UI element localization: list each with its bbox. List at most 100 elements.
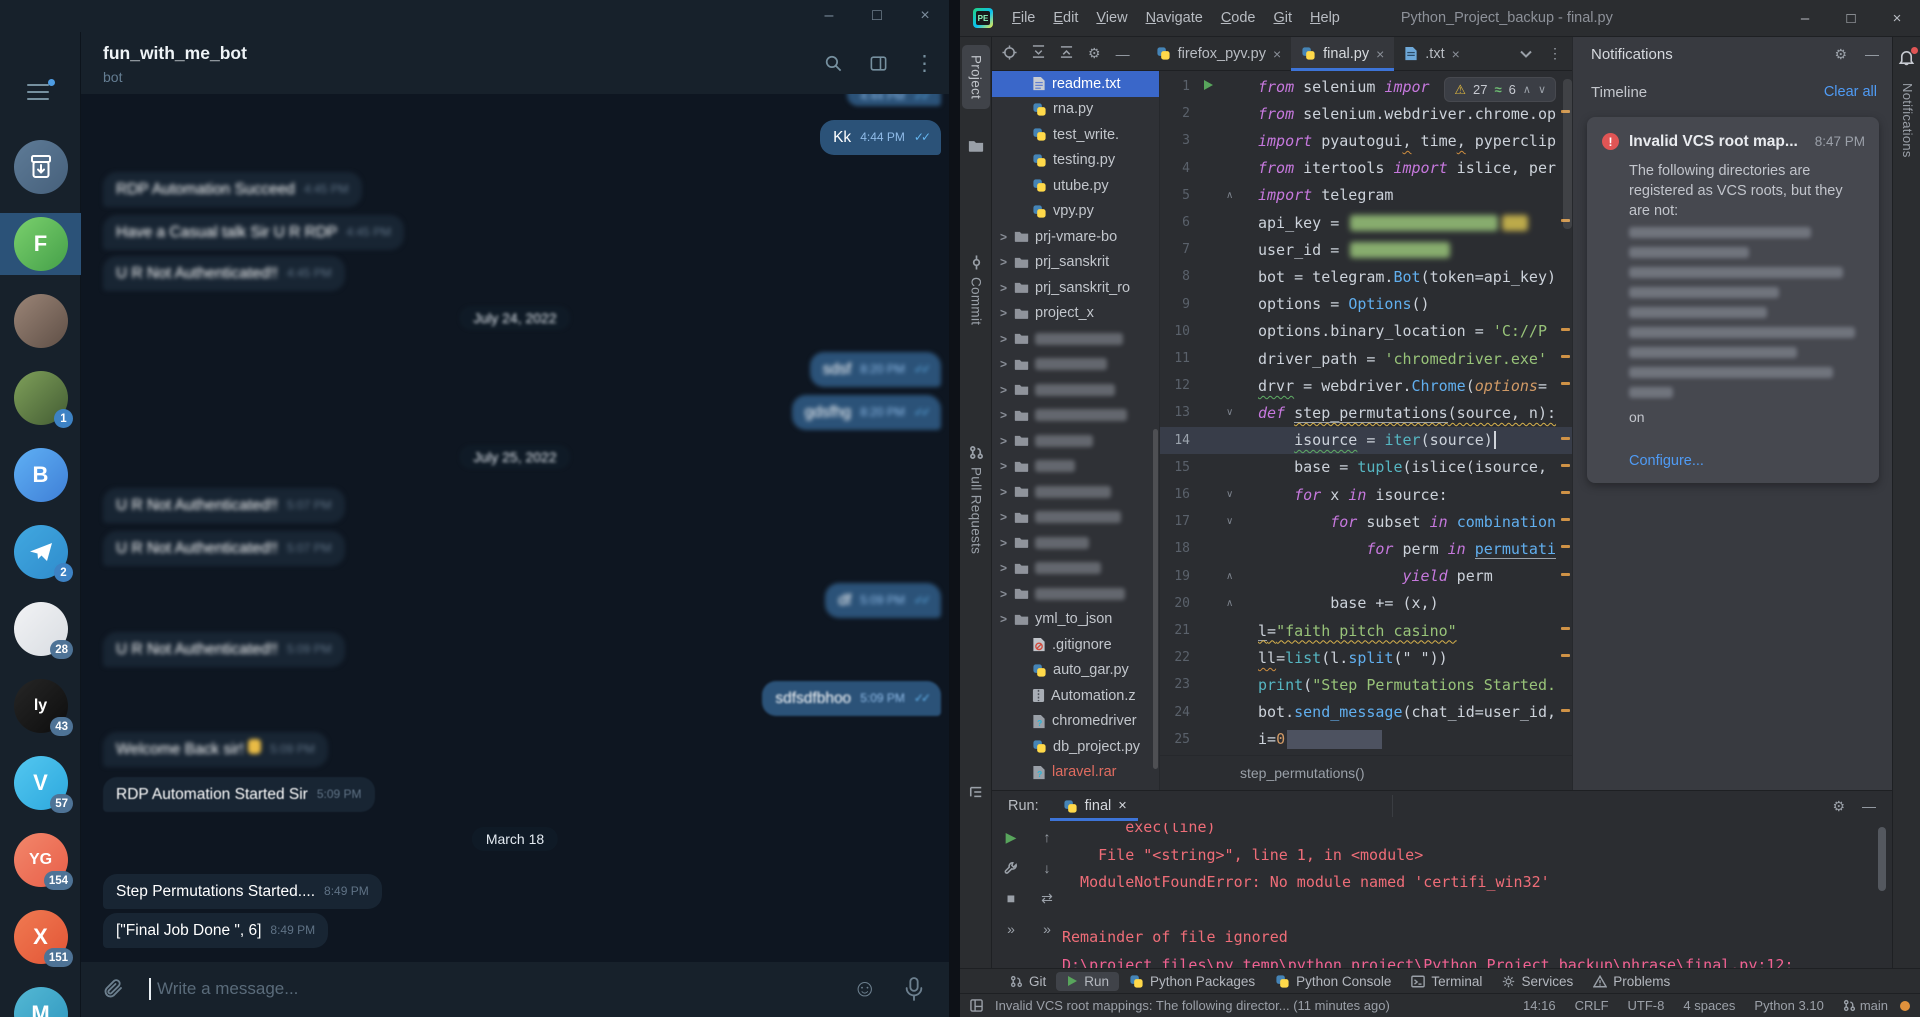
message-bubble[interactable]: ["Final Job Done ", 6]8:49 PM [103, 913, 328, 948]
tree-item-blurred-11[interactable]: > [992, 352, 1159, 378]
code-line-4[interactable]: 4from itertools import islice, per [1160, 155, 1572, 182]
unfold-icon[interactable]: ∧ [1226, 598, 1233, 609]
tool-tab-notifications[interactable]: Notifications [1900, 83, 1915, 161]
toolwindow-button-python-packages[interactable]: Python Packages [1119, 972, 1265, 991]
down-stack-icon[interactable]: ↓ [1036, 860, 1058, 876]
menu-help[interactable]: Help [1301, 10, 1349, 26]
tab-options-icon[interactable]: ⋮ [1548, 45, 1562, 62]
status-item-python-3-10[interactable]: Python 3.10 [1754, 998, 1823, 1013]
expand-arrow-icon[interactable]: > [1000, 459, 1014, 473]
expand-arrow-icon[interactable]: > [1000, 408, 1014, 422]
microphone-icon[interactable] [903, 976, 925, 1002]
code-line-24[interactable]: 24bot.send_message(chat_id=user_id, [1160, 699, 1572, 726]
unfold-icon[interactable]: ∧ [1226, 190, 1233, 201]
menu-view[interactable]: View [1087, 10, 1136, 26]
message-bubble[interactable]: df5:09 PM✓✓ [825, 583, 941, 618]
settings-button[interactable]: ⚙ [1088, 45, 1101, 62]
code-line-25[interactable]: 25i=0 [1160, 726, 1572, 753]
hide-panel-icon[interactable]: — [1862, 798, 1876, 814]
next-issue-icon[interactable]: ∨ [1538, 83, 1546, 96]
code-line-20[interactable]: 20∧ base += (x,) [1160, 590, 1572, 617]
menu-code[interactable]: Code [1212, 10, 1265, 26]
message-bubble[interactable]: Step Permutations Started....8:49 PM [103, 874, 382, 909]
code-line-17[interactable]: 17∨ for subset in combination [1160, 508, 1572, 535]
tab--txt[interactable]: .txt× [1394, 37, 1470, 71]
close-button[interactable]: × [901, 0, 949, 32]
tree-item-prj_sanskrit_ro[interactable]: >prj_sanskrit_ro [992, 275, 1159, 301]
editor[interactable]: 1from selenium impor2from selenium.webdr… [1160, 71, 1572, 755]
code-line-12[interactable]: 12drvr = webdriver.Chrome(options= [1160, 372, 1572, 399]
tree-item-project_x[interactable]: >project_x [992, 301, 1159, 327]
message-bubble[interactable]: U R Not Authenticated!!4:45 PM [103, 256, 345, 291]
status-message[interactable]: Invalid VCS root mappings: The following… [995, 998, 1390, 1013]
close-button[interactable]: × [1874, 0, 1920, 36]
chat-list-item-chat-x[interactable]: X151 [0, 906, 81, 968]
code-line-6[interactable]: 6api_key = [1160, 209, 1572, 236]
run-tab-final[interactable]: final × [1063, 798, 1127, 814]
tree-scrollbar[interactable] [1153, 429, 1158, 769]
chat-header[interactable]: fun_with_me_bot bot ⋮ [81, 32, 949, 94]
menu-button[interactable] [27, 84, 53, 102]
chat-list-item-telegram-service[interactable]: 2 [0, 521, 81, 583]
tree-item-blurred-10[interactable]: > [992, 326, 1159, 352]
tree-item-blurred-19[interactable]: > [992, 556, 1159, 582]
chat-list-item-chat-photo-1[interactable] [0, 290, 81, 352]
message-bubble[interactable]: 4:44 PM✓✓ [847, 94, 941, 106]
status-item-utf-8[interactable]: UTF-8 [1628, 998, 1665, 1013]
tree-item-chromedriver[interactable]: ?chromedriver [992, 709, 1159, 735]
tree-item-test_write-[interactable]: test_write. [992, 122, 1159, 148]
code-line-5[interactable]: 5∧import telegram [1160, 182, 1572, 209]
code-line-9[interactable]: 9options = Options() [1160, 291, 1572, 318]
prev-issue-icon[interactable]: ∧ [1523, 83, 1531, 96]
pull-requests-icon[interactable] [960, 445, 992, 460]
up-stack-icon[interactable]: ↑ [1036, 829, 1058, 846]
tree-item-rna-py[interactable]: rna.py [992, 97, 1159, 123]
tree-item--gitignore[interactable]: .gitignore [992, 632, 1159, 658]
clear-all-link[interactable]: Clear all [1824, 84, 1877, 100]
minimize-button[interactable]: – [805, 0, 853, 32]
tree-item-blurred-20[interactable]: > [992, 581, 1159, 607]
expand-arrow-icon[interactable]: > [1000, 255, 1014, 269]
tree-item-readme-txt[interactable]: readme.txt [992, 71, 1159, 97]
inspections-widget[interactable]: ⚠ 27 ≈ 6 ∧ ∨ [1444, 77, 1556, 102]
chat-list-item-chat-m[interactable]: M122 [0, 983, 81, 1017]
hide-panel-icon[interactable]: — [1865, 46, 1879, 63]
tab-final-py[interactable]: final.py× [1291, 37, 1394, 71]
locate-button[interactable] [1002, 45, 1017, 63]
run-line-icon[interactable] [1202, 79, 1214, 94]
message-bubble[interactable]: RDP Automation Succeed4:45 PM [103, 172, 362, 207]
emoji-icon[interactable]: ☺ [852, 975, 877, 1003]
tool-tab-project[interactable]: Project [962, 45, 990, 109]
menu-file[interactable]: File [1003, 10, 1044, 26]
stop-icon[interactable]: ■ [1000, 890, 1022, 907]
tree-item-blurred-16[interactable]: > [992, 479, 1159, 505]
unfold-icon[interactable]: ∧ [1226, 571, 1233, 582]
menu-navigate[interactable]: Navigate [1137, 10, 1212, 26]
chat-list-item-chat-ly[interactable]: ly43 [0, 675, 81, 737]
maximize-button[interactable]: □ [853, 0, 901, 32]
tree-item-yml_to_json[interactable]: >yml_to_json [992, 607, 1159, 633]
tree-item-blurred-12[interactable]: > [992, 377, 1159, 403]
close-tab-icon[interactable]: × [1376, 46, 1384, 62]
status-item-4-spaces[interactable]: 4 spaces [1683, 998, 1735, 1013]
code-line-11[interactable]: 11driver_path = 'chromedriver.exe' [1160, 345, 1572, 372]
expand-all-button[interactable] [1032, 45, 1045, 62]
tool-tab-pull-requests[interactable]: Pull Requests [960, 467, 992, 554]
folder-icon[interactable] [960, 139, 992, 153]
more-actions-icon[interactable]: » [1000, 921, 1022, 937]
chat-list-item-chat-yg[interactable]: YG154 [0, 829, 81, 891]
gear-icon[interactable]: ⚙ [1834, 46, 1847, 63]
fold-icon[interactable]: ∨ [1226, 489, 1233, 500]
tree-item-utube-py[interactable]: utube.py [992, 173, 1159, 199]
toolwindow-button-git[interactable]: Git [1000, 972, 1056, 991]
console-scrollbar[interactable] [1878, 827, 1886, 891]
expand-arrow-icon[interactable]: > [1000, 230, 1014, 244]
message-bubble[interactable]: Kk4:44 PM✓✓ [820, 120, 941, 155]
expand-arrow-icon[interactable]: > [1000, 306, 1014, 320]
expand-arrow-icon[interactable]: > [1000, 536, 1014, 550]
message-input[interactable]: Write a message... [157, 979, 298, 999]
message-bubble[interactable]: Have a Casual talk Sir U R RDP4:45 PM [103, 215, 404, 250]
tree-item-laravel-rar[interactable]: ?laravel.rar [992, 760, 1159, 786]
status-item-14-16[interactable]: 14:16 [1523, 998, 1556, 1013]
chat-list-item-chat-photo-2[interactable]: 1 [0, 367, 81, 429]
